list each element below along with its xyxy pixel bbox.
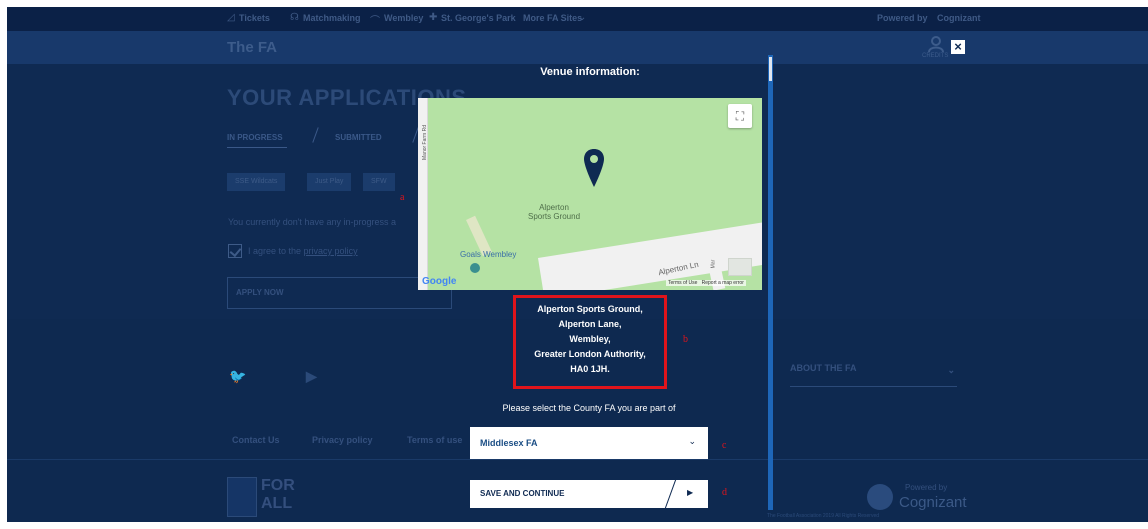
matchmaking-icon: ☊ [290,12,299,23]
save-and-continue-label: SAVE AND CONTINUE [480,489,565,498]
tab-active-underline [227,147,287,148]
map-venue-label-line-1: Alperton [539,203,569,212]
footer-divider [7,459,1148,460]
wembley-icon: ⌒ [370,16,380,27]
modal-scrollbar-thumb[interactable] [769,57,772,81]
ticket-icon: ◿ [227,12,235,23]
map-footer: Terms of Use Report a map error [666,280,746,286]
save-and-continue-button[interactable]: SAVE AND CONTINUE ▶ [470,478,708,510]
map-road-label: Mar [710,259,717,269]
address-line: HA0 1JH. [570,364,610,374]
cognizant-logo-icon [867,484,893,510]
county-fa-selected-value: Middlesex FA [480,438,538,448]
poi-marker-icon[interactable] [470,263,480,273]
map-terms-link[interactable]: Terms of Use [668,280,697,286]
address-line: Greater London Authority, [534,349,646,359]
fullscreen-icon[interactable]: ⛶ [728,104,752,128]
user-icon[interactable] [927,35,945,53]
powered-by-label: Powered by [877,13,928,23]
privacy-checkbox[interactable] [228,244,242,258]
annotation-d: d [722,487,727,498]
annotation-b: b [683,334,688,345]
user-label: CREDITS [922,53,949,59]
venue-map[interactable]: Manor Farm Rd Alperton Sports Ground Goa… [418,98,762,290]
top-bar: ◿ Tickets ☊ Matchmaking ⌒ Wembley ✚ St. … [7,7,1148,31]
page: ◿ Tickets ☊ Matchmaking ⌒ Wembley ✚ St. … [0,0,1148,529]
fa-logo[interactable]: The FA [227,39,277,56]
top-link-st-georges[interactable]: St. George's Park [441,13,516,23]
county-fa-select[interactable]: Middlesex FA ⌄ [470,427,708,459]
copyright-text: The Football Association 2019 All Rights… [767,513,880,519]
chevron-down-icon: ⌄ [688,436,696,446]
footer-link-contact[interactable]: Contact Us [232,435,280,445]
top-link-matchmaking[interactable]: Matchmaking [303,13,361,23]
map-road [538,211,762,290]
modal-scrollbar-track[interactable] [768,55,773,510]
annotation-c: c [722,440,727,451]
top-link-wembley[interactable]: Wembley [384,13,423,23]
top-link-more-sites[interactable]: More FA Sites [523,13,582,23]
privacy-agree-text: I agree to the privacy policy [248,246,358,256]
venue-address: Alperton Sports Ground, Alperton Lane, W… [513,302,667,377]
footer-link-privacy[interactable]: Privacy policy [312,435,373,445]
address-line: Alperton Lane, [558,319,622,329]
cross-icon: ✚ [429,12,438,23]
map-pin-icon[interactable] [583,148,605,188]
map-report-link[interactable]: Report a map error [702,280,744,286]
for-all-logo: FOR ALL [261,477,295,513]
for-all-line-2: ALL [261,495,293,512]
map-venue-label-line-2: Sports Ground [527,212,581,221]
chevron-down-icon: ⌄ [947,365,955,375]
tab-in-progress[interactable]: IN PROGRESS [227,133,283,142]
footer-link-terms[interactable]: Terms of use [407,435,462,445]
map-road-label: Manor Farm Rd [422,124,428,160]
about-the-fa-dropdown[interactable]: ABOUT THE FA ⌄ [790,363,957,387]
map-building [728,258,752,276]
tab-submitted[interactable]: SUBMITTED [335,133,382,142]
privacy-policy-link[interactable]: privacy policy [304,246,358,256]
address-line: Wembley, [569,334,611,344]
modal-title: Venue information: [540,66,640,78]
footer-cognizant: Cognizant [899,494,967,511]
no-applications-message: You currently don't have any in-progress… [228,217,396,227]
button-divider [664,478,677,510]
google-logo-text: Google [422,276,457,287]
cognizant-brand: Cognizant [937,13,981,23]
google-logo: Google [422,276,456,287]
site-header: The FA CREDITS × [7,31,1148,64]
annotation-a: a [400,192,405,203]
address-line: Alperton Sports Ground, [537,304,643,314]
youtube-icon[interactable]: ▶ [306,368,317,385]
top-link-tickets[interactable]: Tickets [239,13,270,23]
twitter-icon[interactable]: 🐦 [229,368,246,385]
footer-powered-by: Powered by [905,483,948,492]
filter-chip-sse-wildcats[interactable]: SSE Wildcats [227,173,286,191]
map-venue-label: Alperton Sports Ground [514,203,594,221]
map-poi-label: Goals Wembley [460,250,517,259]
filter-chip-just-play[interactable]: Just Play [307,173,352,191]
for-all-line-1: FOR [261,477,295,494]
chevron-down-icon: ⌄ [578,12,587,23]
about-label: ABOUT THE FA [790,363,857,373]
county-fa-label: Please select the County FA you are part… [502,403,676,413]
filter-chip-sfw[interactable]: SFW [363,173,395,191]
agree-prefix: I agree to the [248,246,304,256]
three-lions-crest [227,477,257,517]
close-icon[interactable]: × [951,40,965,54]
arrow-right-icon: ▶ [687,488,694,497]
